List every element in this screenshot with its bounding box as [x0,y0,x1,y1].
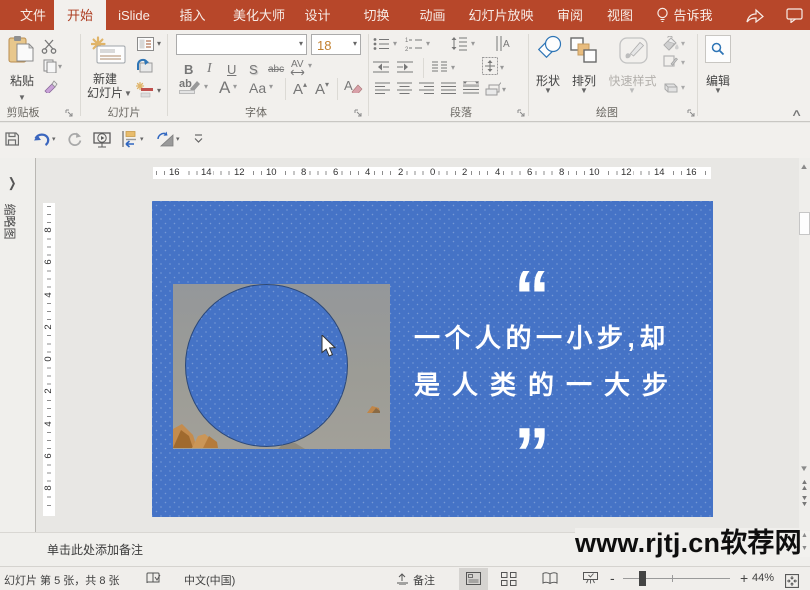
svg-text:A: A [503,39,510,50]
svg-text:2: 2 [405,47,409,52]
svg-text:1: 1 [405,38,409,44]
